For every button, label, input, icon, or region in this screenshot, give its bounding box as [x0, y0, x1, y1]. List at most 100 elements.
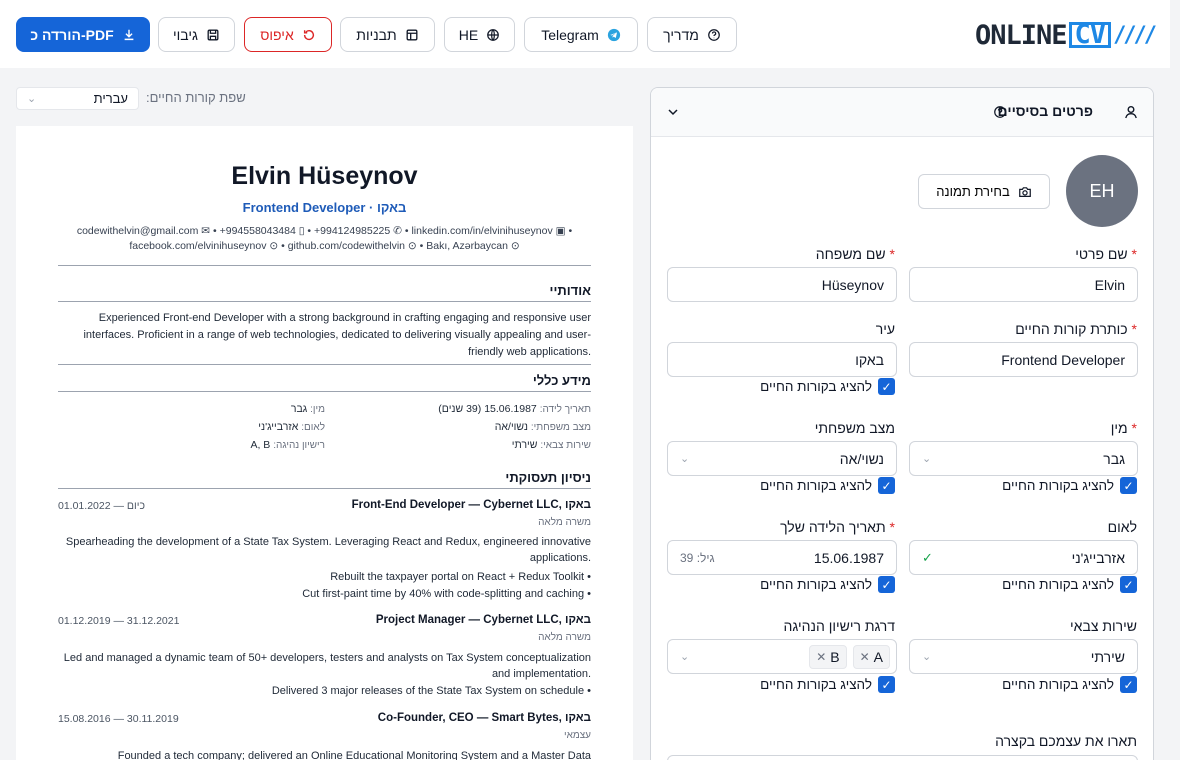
license-tag-b: B ✕ [809, 644, 847, 669]
first-name-value: Elvin [1094, 276, 1125, 293]
cv-birth-date-key: תאריך לידה: [539, 404, 591, 415]
driving-license-select[interactable]: A ✕ B ✕ ⌄ [667, 639, 897, 674]
military-service-label: שירות צבאי [1070, 618, 1137, 634]
nationality-value: אזרבייג'ני [1071, 549, 1125, 566]
download-pdf-label: הורדה כ-PDF [30, 26, 114, 43]
cv-job-3-type: עצמאי [563, 730, 591, 741]
chevron-down-icon[interactable] [667, 106, 679, 118]
cv-job-title: Frontend Developer · באקו [242, 200, 407, 215]
cv-nationality: לאום: אזרבייג'ני [258, 421, 325, 433]
chevron-down-icon: ⌄ [680, 651, 690, 663]
backup-label: גיבוי [173, 26, 198, 43]
last-name-label-text: שם משפחה [815, 246, 886, 262]
cv-job-1-type: משרה מלאה [538, 517, 591, 528]
basic-details-panel: פרטים בסיסיים EH בחירת תמונה * שם פרטי *… [650, 87, 1154, 760]
cv-nationality-value: אזרבייג'ני [258, 421, 299, 433]
checkbox-label: להציג בקורות החיים [760, 478, 872, 493]
city-input[interactable]: באקו [667, 342, 897, 377]
cv-title-label: * כותרת קורות החיים [1015, 321, 1137, 337]
last-name-input[interactable]: Hüseynov [667, 267, 897, 302]
license-show-in-cv-checkbox[interactable]: ✓ להציג בקורות החיים [760, 676, 895, 693]
license-tag-a: A ✕ [852, 644, 890, 669]
gender-show-in-cv-checkbox[interactable]: ✓ להציג בקורות החיים [1002, 477, 1137, 494]
save-icon [207, 29, 219, 40]
resume-language-label: שפת קורות החיים: [146, 90, 246, 105]
gender-label: * מין [1110, 420, 1137, 436]
cv-marital-value: נשוי/אה [494, 421, 528, 433]
cv-title-value: Frontend Developer [1001, 351, 1125, 368]
checkbox-label: להציג בקורות החיים [760, 677, 872, 692]
city-show-in-cv-checkbox[interactable]: ✓ להציג בקורות החיים [760, 378, 895, 395]
birth-show-in-cv-checkbox[interactable]: ✓ להציג בקורות החיים [760, 576, 895, 593]
check-icon: ✓ [922, 549, 933, 565]
birth-date-input[interactable]: 15.06.1987 גיל: 39 [667, 540, 897, 575]
nationality-label: לאום [1107, 519, 1137, 535]
marital-status-value: נשוי/אה [839, 450, 884, 467]
license-tag-label: A [873, 648, 883, 665]
guide-button[interactable]: מדריך [647, 17, 737, 52]
city-label: עיר [875, 321, 895, 337]
reset-button[interactable]: איפוס [244, 17, 332, 52]
cv-job-2-date: 01.12.2019 — 31.12.2021 [58, 615, 180, 627]
cv-job-3-date: 15.08.2016 — 30.11.2019 [58, 713, 179, 725]
military-service-select[interactable]: שירתי ⌄ [909, 639, 1138, 674]
checkbox-label: להציג בקורות החיים [1002, 677, 1114, 692]
gender-select[interactable]: גבר ⌄ [909, 441, 1138, 476]
cv-contacts-line-1: codewithelvin@gmail.com ✉ • +99455804348… [76, 225, 573, 237]
divider [58, 488, 591, 489]
templates-button[interactable]: תבניות [340, 17, 435, 52]
cv-job-1-bullet: Cut first-paint time by 40% with code-sp… [302, 588, 591, 600]
checkmark-icon: ✓ [878, 676, 895, 693]
birth-date-label: * תאריך הלידה שלך [780, 519, 895, 535]
city-value: באקו [855, 351, 884, 368]
language-button[interactable]: HE [444, 17, 515, 52]
cv-job-3-description: Founded a tech company; delivered an Onl… [117, 750, 591, 760]
basic-details-header[interactable]: פרטים בסיסיים [651, 88, 1153, 137]
close-icon[interactable]: ✕ [860, 650, 870, 664]
telegram-button[interactable]: Telegram [524, 17, 638, 52]
resume-language-select[interactable]: ⌄ עברית [16, 87, 139, 110]
divider [58, 301, 591, 302]
last-name-value: Hüseynov [821, 276, 884, 293]
cv-job-2-description: Led and managed a dynamic team of 50+ de… [63, 652, 591, 680]
cv-license-value: A, B [250, 439, 271, 451]
camera-icon [1018, 186, 1031, 197]
military-show-in-cv-checkbox[interactable]: ✓ להציג בקורות החיים [1002, 676, 1137, 693]
cv-gender: מין: גבר [291, 403, 325, 415]
cv-marital: מצב משפחתי: נשוי/אה [495, 421, 591, 433]
cv-contacts-line-2: facebook.com/elvinihuseynov ⊙ • github.c… [129, 240, 520, 252]
marital-status-select[interactable]: נשוי/אה ⌄ [667, 441, 897, 476]
cv-general-heading: מידע כללי [532, 373, 591, 388]
marital-show-in-cv-checkbox[interactable]: ✓ להציג בקורות החיים [760, 477, 895, 494]
gender-value: גבר [1103, 450, 1125, 467]
first-name-input[interactable]: Elvin [909, 267, 1138, 302]
logo-text-cv: CV [1068, 21, 1112, 48]
cv-job-1-bullet-1: Rebuilt the taxpayer portal on React + R… [330, 571, 585, 583]
checkmark-icon: ✓ [878, 378, 895, 395]
nationality-show-in-cv-checkbox[interactable]: ✓ להציג בקורות החיים [1002, 576, 1137, 593]
cv-job-1-date: 01.01.2022 — כיום [58, 500, 145, 512]
cv-gender-key: מין: [310, 404, 325, 415]
divider [58, 265, 591, 266]
license-tags: A ✕ B ✕ [803, 644, 890, 669]
help-circle-icon[interactable] [993, 105, 1007, 119]
avatar: EH [1066, 155, 1138, 227]
choose-photo-button[interactable]: בחירת תמונה [918, 174, 1050, 209]
birth-date-value: 15.06.1987 [813, 549, 884, 566]
cv-birth-date-value: 15.06.1987 (39 שנים) [438, 403, 537, 415]
marital-status-label: מצב משפחתי [814, 420, 895, 436]
download-pdf-button[interactable]: הורדה כ-PDF [16, 17, 150, 52]
cv-title-input[interactable]: Frontend Developer [909, 342, 1138, 377]
cv-job-1-description: Spearheading the development of a State … [65, 536, 591, 564]
backup-button[interactable]: גיבוי [158, 17, 235, 52]
reset-label: איפוס [260, 26, 294, 43]
help-circle-icon [707, 28, 720, 41]
layout-icon [406, 29, 418, 40]
close-icon[interactable]: ✕ [816, 650, 826, 664]
about-textarea[interactable] [667, 755, 1138, 760]
cv-military: שירות צבאי: שירתי [512, 439, 591, 451]
online-cv-logo[interactable]: ONLINE CV //// [975, 20, 1157, 51]
cv-about-text: Experienced Front-end Developer with a s… [83, 312, 591, 358]
telegram-icon [607, 28, 620, 41]
nationality-input[interactable]: אזרבייג'ני ✓ [909, 540, 1138, 575]
